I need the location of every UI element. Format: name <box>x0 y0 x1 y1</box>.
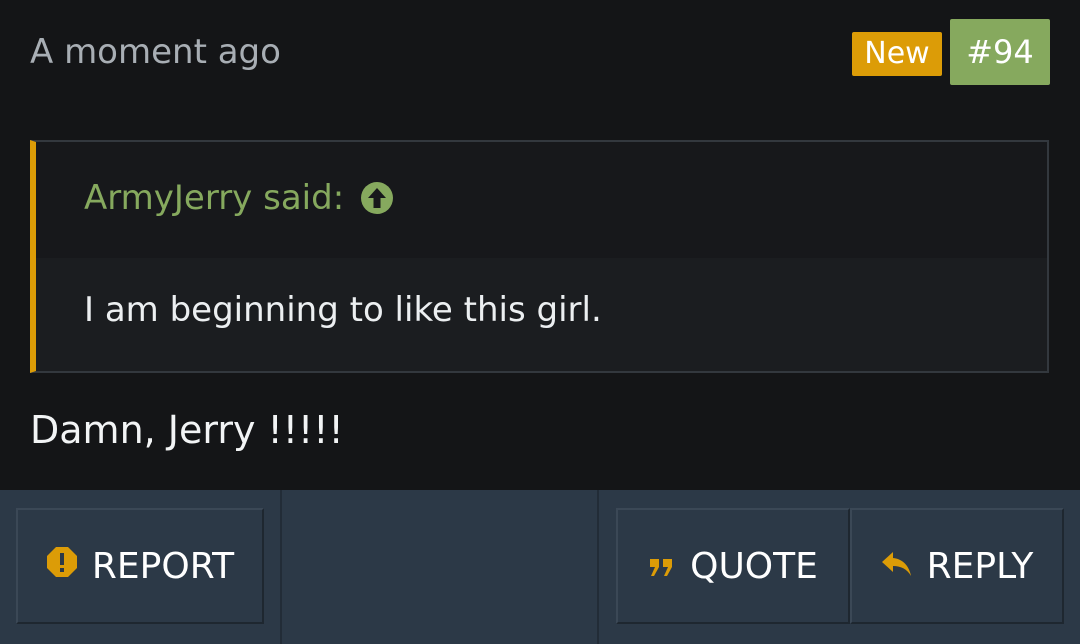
arrow-up-circle-icon[interactable] <box>360 181 394 215</box>
report-button[interactable]: REPORT <box>16 508 264 624</box>
footer-divider <box>597 490 599 644</box>
quote-marks-icon <box>648 546 676 587</box>
quote-body: I am beginning to like this girl. <box>84 290 602 330</box>
quote-author-link[interactable]: ArmyJerry said: <box>84 176 394 220</box>
post-message: Damn, Jerry !!!!! <box>30 408 344 452</box>
quote-button[interactable]: QUOTE <box>616 508 850 624</box>
new-badge: New <box>852 32 942 76</box>
footer-divider <box>280 490 282 644</box>
report-label: REPORT <box>91 545 235 587</box>
forum-post: A moment ago New #94 ArmyJerry said: I a… <box>0 0 1080 644</box>
quote-header: ArmyJerry said: <box>36 142 1047 258</box>
reply-button[interactable]: REPLY <box>850 508 1064 624</box>
quote-author-label: ArmyJerry said: <box>84 178 345 218</box>
reply-arrow-icon <box>881 546 913 587</box>
post-actions-bar: REPORT QUOTE REPLY <box>0 490 1080 644</box>
post-header: A moment ago New #94 <box>0 0 1080 104</box>
warning-octagon-icon <box>46 546 78 587</box>
quote-block: ArmyJerry said: I am beginning to like t… <box>30 140 1049 373</box>
post-timestamp[interactable]: A moment ago <box>30 30 281 74</box>
post-number-link[interactable]: #94 <box>950 19 1050 85</box>
reply-label: REPLY <box>926 545 1034 587</box>
quote-label: QUOTE <box>690 545 818 587</box>
